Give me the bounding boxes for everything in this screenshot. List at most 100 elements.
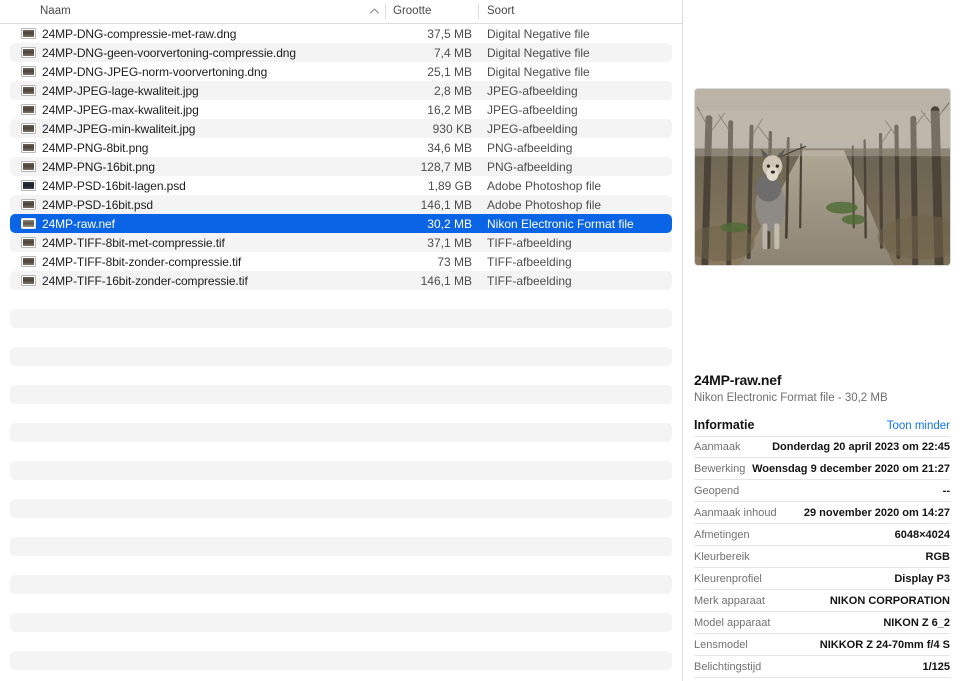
empty-row[interactable] [10,328,672,347]
thumb-inner [23,49,34,56]
psd-thumb-icon [21,180,36,191]
metadata-value: 29 november 2020 om 14:27 [803,506,950,519]
raw-thumb-icon [21,218,36,229]
empty-row[interactable] [10,480,672,499]
metadata-row: Lensmodel NIKKOR Z 24-70mm f/4 S [694,634,950,656]
file-name: 24MP-PNG-8bit.png [42,140,149,155]
thumb-inner [23,220,34,227]
metadata-row: Merk apparaat NIKON CORPORATION [694,590,950,612]
file-name: 24MP-PSD-16bit-lagen.psd [42,178,186,193]
metadata-row: Model apparaat NIKON Z 6_2 [694,612,950,634]
empty-row[interactable] [10,366,672,385]
table-row[interactable]: 24MP-TIFF-8bit-met-compressie.tif 37,1 MB… [10,233,672,252]
toggle-show-less-link[interactable]: Toon minder [887,420,950,432]
file-size: 1,89 GB [427,178,472,193]
file-size: 128,7 MB [420,159,472,174]
file-size: 7,4 MB [433,45,472,60]
empty-row[interactable] [10,309,672,328]
column-divider[interactable] [478,4,479,19]
preview-thumbnail[interactable] [694,88,951,266]
table-row[interactable]: 24MP-JPEG-lage-kwaliteit.jpg 2,8 MB JPEG-a… [10,81,672,100]
metadata-value: 1/125 [922,660,950,673]
empty-row[interactable] [10,537,672,556]
image-thumb-icon [21,28,36,39]
thumb-inner [23,30,34,37]
empty-row[interactable] [10,594,672,613]
chevron-up-icon[interactable] [368,0,380,23]
column-header-bar: Naam Grootte Soort [0,0,682,24]
file-title: 24MP-raw.nef [694,372,782,388]
file-size: 34,6 MB [427,140,472,155]
metadata-row: Geopend -- [694,480,950,502]
image-thumb-icon [21,104,36,115]
file-kind: TIFF-afbeelding [487,235,572,250]
metadata-value: 6048×4024 [894,528,950,541]
file-name: 24MP-PNG-16bit.png [42,159,155,174]
metadata-value: Donderdag 20 april 2023 om 22:45 [772,441,950,453]
file-kind: Adobe Photoshop file [487,197,602,212]
file-size: 25,1 MB [427,64,472,79]
file-name: 24MP-JPEG-lage-kwaliteit.jpg [42,83,199,98]
empty-row[interactable] [10,404,672,423]
thumb-inner [23,87,34,94]
column-header-size[interactable]: Grootte [393,0,431,23]
metadata-row: Aanmaak Donderdag 20 april 2023 om 22:45 [694,436,950,458]
info-header: 24MP-raw.nef Nikon Electronic Format fil… [694,372,950,404]
file-kind: Digital Negative file [487,64,590,79]
file-name: 24MP-DNG-compressie-met-raw.dng [42,26,237,41]
column-divider[interactable] [385,4,386,19]
thumb-inner [23,239,34,246]
table-row[interactable]: 24MP-PNG-8bit.png 34,6 MB PNG-afbeelding [10,138,672,157]
empty-rows [0,290,682,681]
file-list-pane: Naam Grootte Soort 24MP-DNG-compressie-m… [0,0,682,681]
table-row[interactable]: 24MP-raw.nef 30,2 MB Nikon Electronic Form… [10,214,672,233]
empty-row[interactable] [10,518,672,537]
table-row[interactable]: 24MP-DNG-JPEG-norm-voorvertoning.dng 25,1… [10,62,672,81]
empty-row[interactable] [10,442,672,461]
preview-image [694,88,951,266]
empty-row[interactable] [10,556,672,575]
empty-row[interactable] [10,575,672,594]
file-kind: TIFF-afbeelding [487,254,572,269]
empty-row[interactable] [10,423,672,442]
table-row[interactable]: 24MP-TIFF-16bit-zonder-compressie.tif 146… [10,271,672,290]
empty-row[interactable] [10,499,672,518]
table-row[interactable]: 24MP-PSD-16bit-lagen.psd 1,89 GB Adobe Pho… [10,176,672,195]
thumb-inner [23,277,34,284]
table-row[interactable]: 24MP-PNG-16bit.png 128,7 MB PNG-afbeelding [10,157,672,176]
empty-row[interactable] [10,385,672,404]
info-section-title: Informatie [694,418,755,432]
file-size: 37,1 MB [427,235,472,250]
metadata-key: Kleurenprofiel [694,572,762,585]
file-kind: Digital Negative file [487,26,590,41]
empty-row[interactable] [10,670,672,681]
table-row[interactable]: 24MP-JPEG-min-kwaliteit.jpg 930 KB JPEG-af… [10,119,672,138]
image-thumb-icon [21,275,36,286]
file-name: 24MP-TIFF-8bit-zonder-compressie.tif [42,254,242,269]
metadata-key: Lensmodel [694,638,748,651]
table-row[interactable]: 24MP-PSD-16bit.psd 146,1 MB Adobe Photosho… [10,195,672,214]
file-kind: Nikon Electronic Format file [487,216,634,231]
empty-row[interactable] [10,632,672,651]
empty-row[interactable] [10,613,672,632]
metadata-row: Bewerking Woensdag 9 december 2020 om 21:… [694,458,950,480]
image-thumb-icon [21,237,36,248]
table-row[interactable]: 24MP-DNG-compressie-met-raw.dng 37,5 MB Di… [10,24,672,43]
column-header-name[interactable]: Naam [40,0,71,23]
image-thumb-icon [21,142,36,153]
empty-row[interactable] [10,461,672,480]
empty-row[interactable] [10,651,672,670]
empty-row[interactable] [10,347,672,366]
thumb-inner [23,144,34,151]
file-kind: Adobe Photoshop file [487,178,602,193]
table-row[interactable]: 24MP-TIFF-8bit-zonder-compressie.tif 73 M… [10,252,672,271]
metadata-key: Kleurbereik [694,550,750,563]
empty-row[interactable] [10,290,672,309]
table-row[interactable]: 24MP-JPEG-max-kwaliteit.jpg 16,2 MB JPEG-a… [10,100,672,119]
thumb-inner [23,68,34,75]
table-row[interactable]: 24MP-DNG-geen-voorvertoning-compressie.d… [10,43,672,62]
column-header-kind[interactable]: Soort [487,0,515,23]
metadata-row: Aanmaak inhoud 29 november 2020 om 14:27 [694,502,950,524]
metadata-list: Aanmaak Donderdag 20 april 2023 om 22:45 B… [694,436,950,678]
file-kind: PNG-afbeelding [487,140,573,155]
